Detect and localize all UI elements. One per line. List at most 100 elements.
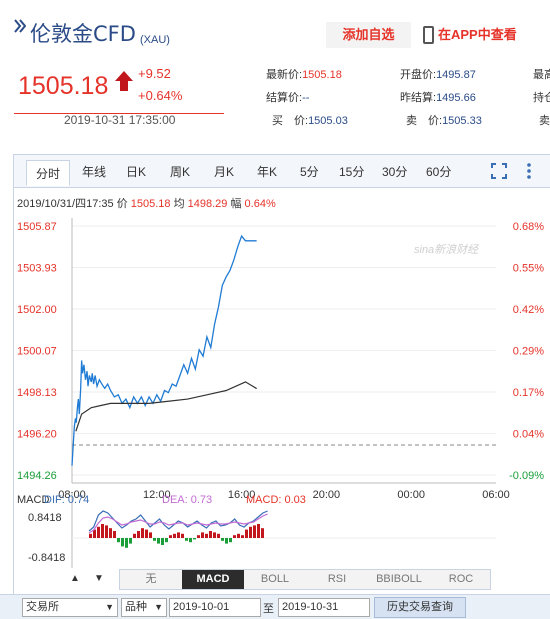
macd-dif-label: DIF: 0.74 xyxy=(44,494,89,506)
y-right-tick-label: 0.42% xyxy=(513,304,544,316)
price-change: +9.52 xyxy=(138,66,171,81)
macd-histogram-bar xyxy=(177,532,180,538)
macd-histogram-bar xyxy=(165,538,168,543)
quote-field: 结算价:-- xyxy=(266,92,310,104)
quote-field: 卖 xyxy=(539,115,550,127)
macd-histogram-bar xyxy=(229,538,232,543)
quote-field: 持仓 xyxy=(533,92,550,104)
view-in-app-label: 在APP中查看 xyxy=(438,27,517,42)
macd-histogram-bar xyxy=(209,531,212,538)
macd-histogram-bar xyxy=(217,533,220,538)
macd-histogram-bar xyxy=(225,538,228,544)
macd-histogram-bar xyxy=(141,528,144,538)
indicator-none[interactable]: 无 xyxy=(120,570,182,589)
y-right-tick-label: 0.55% xyxy=(513,263,544,275)
last-price: 1505.18 xyxy=(18,72,109,100)
macd-histogram-bar xyxy=(125,538,128,548)
macd-histogram-bar xyxy=(169,535,172,538)
symbol-code: (XAU) xyxy=(140,34,170,46)
macd-histogram-bar xyxy=(237,533,240,538)
sina-watermark: sina新浪财经 xyxy=(414,243,479,256)
view-in-app-button[interactable]: 在APP中查看 xyxy=(420,22,540,48)
quote-field: 开盘价:1495.87 xyxy=(400,69,476,81)
macd-histogram-bar xyxy=(193,538,196,540)
macd-histogram-bar xyxy=(205,533,208,538)
tab-monthly-k[interactable]: 月K xyxy=(214,163,234,180)
macd-histogram-bar xyxy=(245,529,248,538)
macd-dea-label: DEA: 0.73 xyxy=(162,494,212,506)
macd-y-bottom: -0.8418 xyxy=(28,552,65,564)
macd-histogram-bar xyxy=(257,524,260,538)
macd-histogram-bar xyxy=(249,526,252,538)
quote-field: 买 价:1505.03 xyxy=(272,115,348,127)
history-query-button[interactable]: 历史交易查询 xyxy=(374,597,466,618)
fullscreen-icon[interactable] xyxy=(491,163,507,179)
quote-field: 昨结算:1495.66 xyxy=(400,92,476,104)
macd-histogram-bar xyxy=(145,529,148,538)
tab-30min[interactable]: 30分 xyxy=(382,163,407,180)
period-tabs: 分时 年线 日K 周K 月K 年K 5分 15分 30分 60分 xyxy=(14,155,550,188)
indicator-macd[interactable]: MACD xyxy=(182,570,244,589)
tab-yearly-k[interactable]: 年K xyxy=(257,163,277,180)
macd-histogram-bar xyxy=(181,533,184,538)
macd-histogram-bar xyxy=(253,525,256,538)
chart-tools xyxy=(491,163,531,179)
y-tick-label: 1503.93 xyxy=(17,263,57,275)
chart-info-line: 2019/10/31/四17:35 价 1505.18 均 1498.29 幅 … xyxy=(17,198,276,210)
variety-select[interactable]: 品种 ▼ xyxy=(121,598,167,617)
tab-5min[interactable]: 5分 xyxy=(300,163,319,180)
quote-field: 最新价:1505.18 xyxy=(266,69,342,81)
macd-y-top: 0.8418 xyxy=(28,512,62,524)
macd-histogram-bar xyxy=(157,538,160,544)
macd-histogram-bar xyxy=(201,532,204,538)
macd-histogram-bar xyxy=(105,525,108,538)
y-right-tick-label: 0.04% xyxy=(513,429,544,441)
macd-histogram-bar xyxy=(153,538,156,541)
double-chevron-icon xyxy=(14,19,26,33)
indicator-bbiboll[interactable]: BBIBOLL xyxy=(368,570,430,589)
y-tick-label: 1502.00 xyxy=(17,304,57,316)
tab-15min[interactable]: 15分 xyxy=(339,163,364,180)
tab-weekly-k[interactable]: 周K xyxy=(170,163,190,180)
quote-field: 最高 xyxy=(533,69,550,81)
tab-intraday[interactable]: 分时 xyxy=(26,160,70,186)
macd-histogram-bar xyxy=(121,538,124,547)
phone-icon xyxy=(423,26,434,44)
add-watchlist-button[interactable]: 添加自选 xyxy=(326,22,411,48)
macd-histogram-bar xyxy=(233,535,236,538)
indicator-roc[interactable]: ROC xyxy=(430,570,492,589)
macd-histogram-bar xyxy=(89,533,92,538)
exchange-select[interactable]: 交易所 ▼ xyxy=(22,598,118,617)
history-query-form: 交易所 ▼ 品种 ▼ 2019-10-01 至 2019-10-31 历史交易查询 xyxy=(0,594,550,619)
indicator-boll[interactable]: BOLL xyxy=(244,570,306,589)
intraday-chart: 1505.87 1503.93 1502.00 1500.07 1498.13 1496.… xyxy=(17,218,544,501)
scroll-up-button[interactable]: ▲ xyxy=(70,573,80,584)
chart-panel: 分时 年线 日K 周K 月K 年K 5分 15分 30分 60分 2019/10… xyxy=(13,154,550,619)
macd-histogram-bar xyxy=(261,528,264,538)
macd-histogram-bar xyxy=(117,538,120,543)
macd-histogram-bar xyxy=(241,535,244,538)
tab-60min[interactable]: 60分 xyxy=(426,163,451,180)
y-right-tick-label: 0.17% xyxy=(513,387,544,399)
macd-histogram-bar xyxy=(129,538,132,544)
more-icon[interactable] xyxy=(527,163,531,179)
indicator-rsi[interactable]: RSI xyxy=(306,570,368,589)
y-right-tick-label: 0.29% xyxy=(513,346,544,358)
arrow-up-icon xyxy=(115,71,133,91)
macd-histogram-bar xyxy=(97,526,100,538)
price-block: 1505.18 +9.52 +0.64% xyxy=(14,62,224,114)
end-date-input[interactable]: 2019-10-31 xyxy=(278,598,370,617)
tab-year-line[interactable]: 年线 xyxy=(82,163,106,180)
y-right-tick-label: 0.68% xyxy=(513,221,544,233)
start-date-input[interactable]: 2019-10-01 xyxy=(169,598,261,617)
macd-histogram-bar xyxy=(173,533,176,538)
title-bar: 伦敦金CFD (XAU) 添加自选 在APP中查看 xyxy=(0,0,550,60)
macd-histogram-bar xyxy=(221,538,224,541)
scroll-down-button[interactable]: ▼ xyxy=(94,573,104,584)
tab-daily-k[interactable]: 日K xyxy=(126,163,146,180)
macd-histogram-bar xyxy=(161,538,164,545)
quote-field: 卖 价:1505.33 xyxy=(406,115,482,127)
y-tick-label: 1498.13 xyxy=(17,387,57,399)
average-series-line xyxy=(75,381,257,432)
y-tick-label: 1505.87 xyxy=(17,221,57,233)
